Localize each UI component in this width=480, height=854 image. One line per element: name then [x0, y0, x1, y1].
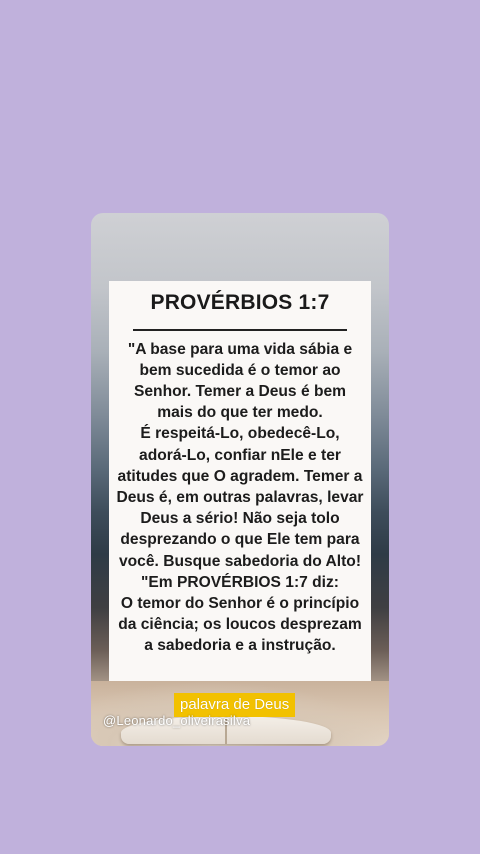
- title-divider: [133, 329, 347, 331]
- verse-text: "A base para uma vida sábia e bem sucedi…: [116, 340, 364, 655]
- verse-title: PROVÉRBIOS 1:7: [150, 291, 330, 314]
- quote-panel: PROVÉRBIOS 1:7 "A base para uma vida sáb…: [109, 281, 371, 681]
- user-handle: @Leonardo_oliveirasilva: [103, 713, 251, 728]
- story-card: PROVÉRBIOS 1:7 "A base para uma vida sáb…: [91, 213, 389, 746]
